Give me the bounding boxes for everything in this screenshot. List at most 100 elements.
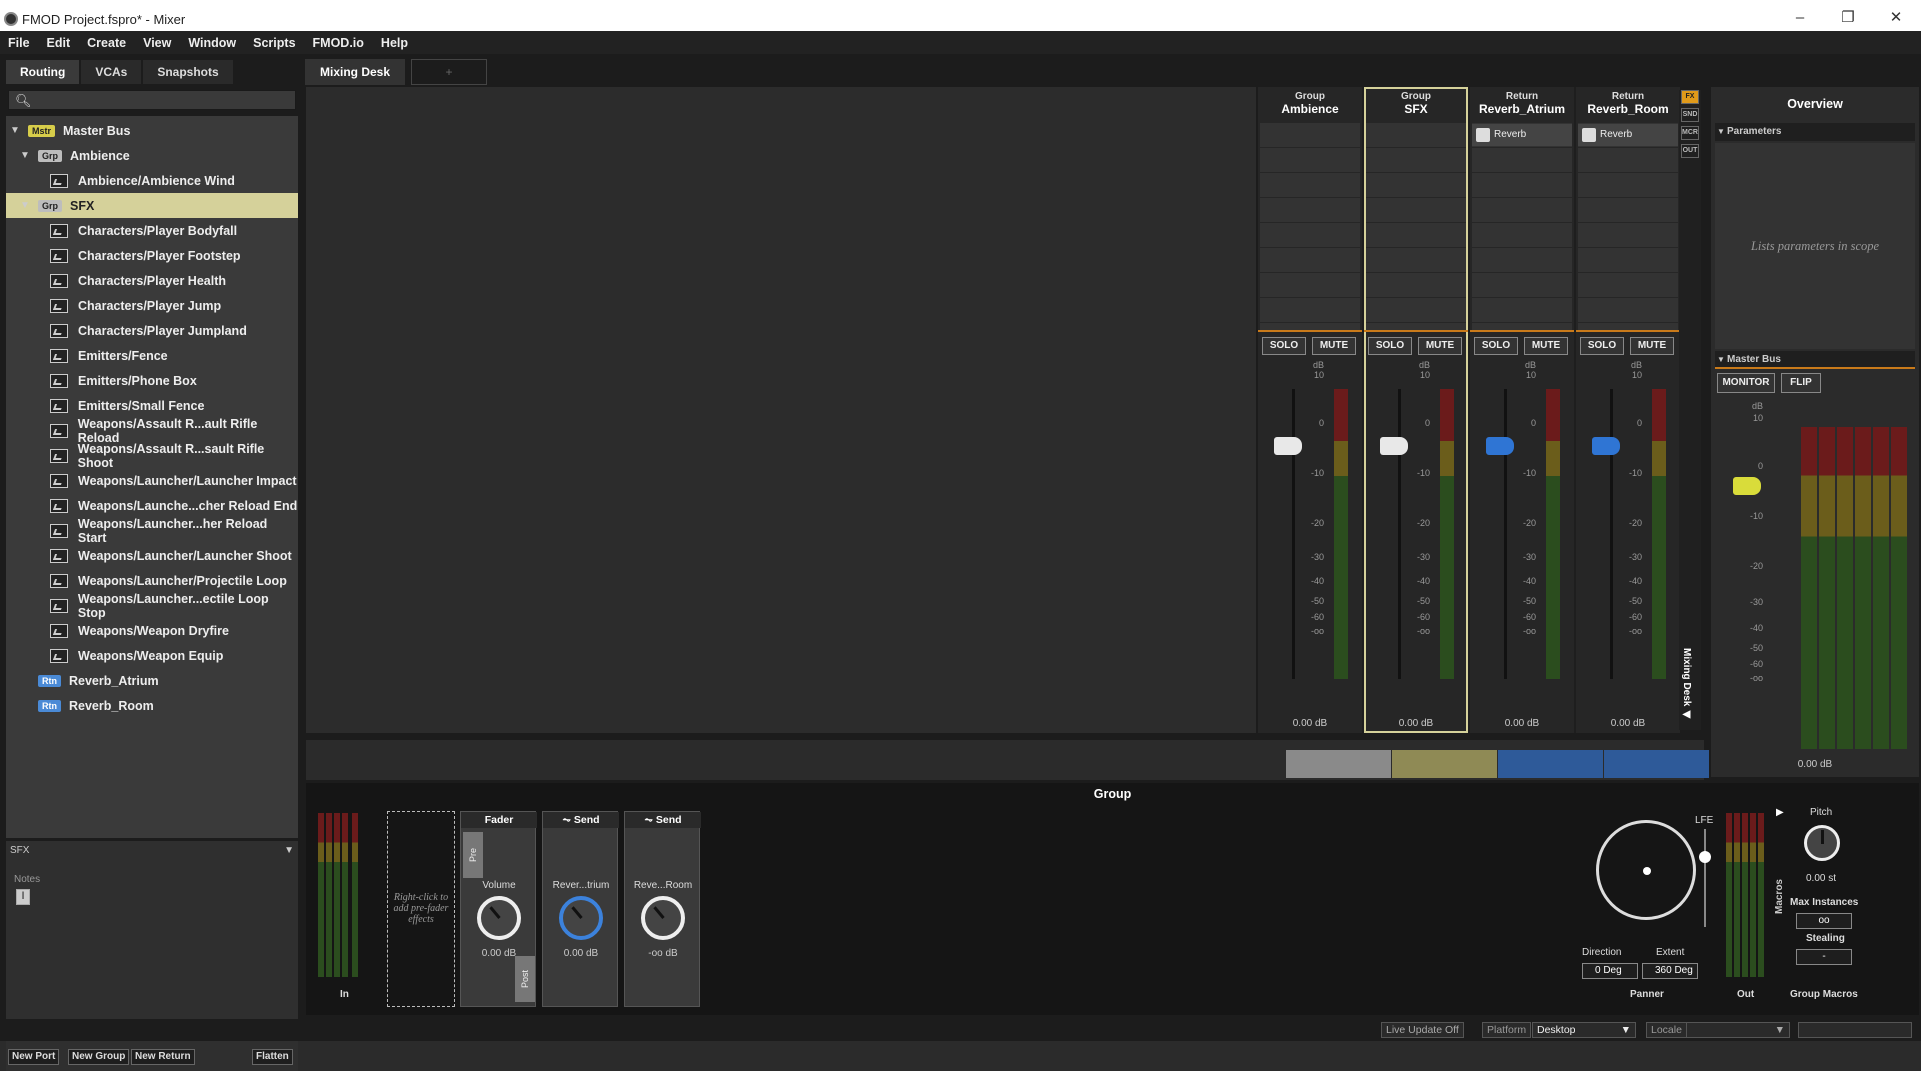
fader-knob[interactable] (1380, 437, 1408, 455)
search-input[interactable]: 🔍︎ (8, 90, 296, 110)
menu-file[interactable]: File (8, 36, 30, 50)
strip-overview-reverb-room[interactable] (1604, 750, 1709, 778)
send-module-reverb-room[interactable]: ⏦ Send Reve...Room -oo dB (624, 811, 701, 1007)
direction-field[interactable]: 0 Deg (1582, 963, 1638, 979)
menu-edit[interactable]: Edit (47, 36, 71, 50)
tree-item[interactable]: Emitters/Phone Box (6, 368, 298, 393)
add-tab-button[interactable]: + (411, 59, 487, 85)
tab-mixing-desk[interactable]: Mixing Desk (305, 59, 405, 85)
live-update-toggle[interactable]: Live Update Off (1381, 1022, 1464, 1038)
effect-slots[interactable] (1260, 123, 1360, 330)
stealing-dropdown[interactable]: - (1796, 949, 1852, 965)
master-bus-header[interactable]: Master Bus (1715, 351, 1915, 369)
strip-header[interactable]: Return Reverb_Atrium (1470, 87, 1574, 123)
expand-macros-icon[interactable]: ▶ (1776, 807, 1784, 818)
new-group-button[interactable]: New Group (68, 1049, 130, 1065)
strip-overview-sfx[interactable] (1392, 750, 1497, 778)
mixer-strip[interactable]: Group SFX SOLO MUTE dB 10 0 -10 -20 -30 -40 -50 -60 -… (1364, 87, 1468, 733)
menu-fmod-io[interactable]: FMOD.io (313, 36, 364, 50)
maximize-button[interactable]: ❐ (1828, 6, 1868, 30)
panner-dial[interactable] (1596, 820, 1696, 920)
tab-vcas[interactable]: VCAs (81, 60, 142, 84)
tree-item[interactable]: Weapons/Assault R...ault Rifle Reload (6, 417, 298, 445)
tree-item[interactable]: Weapons/Weapon Equip (6, 643, 298, 668)
tree-item[interactable]: Rtn Reverb_Atrium (6, 668, 298, 693)
collapse-icon[interactable]: ▼ (284, 845, 294, 856)
strip-header[interactable]: Group Ambience (1258, 87, 1362, 123)
tree-item[interactable]: Characters/Player Footstep (6, 243, 298, 268)
fx-toggle-button[interactable]: FX (1681, 90, 1699, 104)
tree-item[interactable]: Weapons/Launcher/Projectile Loop (6, 568, 298, 593)
tree-item[interactable]: Weapons/Launcher/Launcher Shoot (6, 543, 298, 568)
tree-item[interactable]: Characters/Player Bodyfall (6, 218, 298, 243)
strip-header[interactable]: Group SFX (1364, 87, 1468, 123)
expand-arrow-icon[interactable]: ▼ (20, 200, 30, 211)
mixing-desk-collapse-button[interactable]: Mixing Desk ◀ (1681, 648, 1692, 720)
expand-arrow-icon[interactable]: ▼ (10, 125, 20, 136)
tab-snapshots[interactable]: Snapshots (143, 60, 233, 84)
fader-knob[interactable] (1486, 437, 1514, 455)
menu-window[interactable]: Window (188, 36, 236, 50)
menu-view[interactable]: View (143, 36, 171, 50)
monitor-button[interactable]: MONITOR (1717, 373, 1775, 393)
effect-slots[interactable] (1472, 123, 1572, 330)
mixing-desk-canvas[interactable] (306, 87, 1256, 733)
solo-button[interactable]: SOLO (1368, 337, 1412, 355)
tree-item[interactable]: Weapons/Launcher...her Reload Start (6, 517, 298, 545)
fader-track[interactable] (1292, 389, 1295, 679)
mixer-strip[interactable]: Return Reverb_Room Reverb SOLO MUTE dB 10 0 -10-… (1576, 87, 1680, 733)
tree-item[interactable]: Weapons/Assault R...sault Rifle Shoot (6, 442, 298, 470)
mute-button[interactable]: MUTE (1312, 337, 1356, 355)
mixer-strip[interactable]: Return Reverb_Atrium Reverb SOLO MUTE dB 10 0 -1… (1470, 87, 1574, 733)
flatten-button[interactable]: Flatten (252, 1049, 293, 1065)
tree-item[interactable]: Weapons/Launche...cher Reload End (6, 493, 298, 518)
lfe-slider-track[interactable] (1704, 829, 1706, 927)
effect-slots[interactable] (1366, 123, 1466, 330)
send-level-dial[interactable] (641, 896, 685, 940)
minimize-button[interactable]: – (1780, 6, 1820, 30)
tree-item[interactable]: Characters/Player Jumpland (6, 318, 298, 343)
mute-button[interactable]: MUTE (1630, 337, 1674, 355)
platform-dropdown[interactable]: Desktop ▼ (1532, 1022, 1636, 1038)
new-return-button[interactable]: New Return (131, 1049, 195, 1065)
solo-button[interactable]: SOLO (1580, 337, 1624, 355)
fader-track[interactable] (1610, 389, 1613, 679)
fader-track[interactable] (1504, 389, 1507, 679)
tree-item[interactable]: Ambience/Ambience Wind (6, 168, 298, 193)
menu-help[interactable]: Help (381, 36, 408, 50)
out-toggle-button[interactable]: OUT (1681, 144, 1699, 158)
send-level-dial[interactable] (559, 896, 603, 940)
strip-overview-ambience[interactable] (1286, 750, 1391, 778)
master-fader-knob[interactable] (1733, 477, 1761, 495)
menu-scripts[interactable]: Scripts (253, 36, 295, 50)
fader-module[interactable]: Fader Pre Volume 0.00 dB Post (460, 811, 537, 1007)
flip-button[interactable]: FLIP (1781, 373, 1821, 393)
pitch-dial[interactable] (1804, 825, 1840, 861)
fader-knob[interactable] (1592, 437, 1620, 455)
menu-create[interactable]: Create (87, 36, 126, 50)
tree-item[interactable]: Weapons/Weapon Dryfire (6, 618, 298, 643)
tree-item[interactable]: ▼ Grp Ambience (6, 143, 298, 168)
solo-button[interactable]: SOLO (1474, 337, 1518, 355)
new-port-button[interactable]: New Port (8, 1049, 60, 1065)
fader-track[interactable] (1398, 389, 1401, 679)
tree-item[interactable]: ▼ Grp SFX (6, 193, 298, 218)
tree-item[interactable]: Characters/Player Jump (6, 293, 298, 318)
reverb-effect-slot[interactable]: Reverb (1578, 124, 1678, 146)
mixer-strip[interactable]: Group Ambience SOLO MUTE dB 10 0 -10 -20 -30 -40 -5… (1258, 87, 1362, 733)
tree-item[interactable]: Weapons/Launcher/Launcher Impact (6, 468, 298, 493)
notes-text-cursor-icon[interactable]: I (16, 889, 30, 905)
snd-toggle-button[interactable]: SND (1681, 108, 1699, 122)
max-instances-field[interactable]: oo (1796, 913, 1852, 929)
extent-field[interactable]: 360 Deg (1642, 963, 1698, 979)
fader-knob[interactable] (1274, 437, 1302, 455)
close-button[interactable]: ✕ (1876, 6, 1916, 30)
expand-arrow-icon[interactable]: ▼ (20, 150, 30, 161)
solo-button[interactable]: SOLO (1262, 337, 1306, 355)
send-module-reverb-atrium[interactable]: ⏦ Send Rever...trium 0.00 dB (542, 811, 619, 1007)
mute-button[interactable]: MUTE (1418, 337, 1462, 355)
tree-item[interactable]: Rtn Reverb_Room (6, 693, 298, 718)
tree-item[interactable]: Characters/Player Health (6, 268, 298, 293)
mute-button[interactable]: MUTE (1524, 337, 1568, 355)
volume-dial[interactable] (477, 896, 521, 940)
